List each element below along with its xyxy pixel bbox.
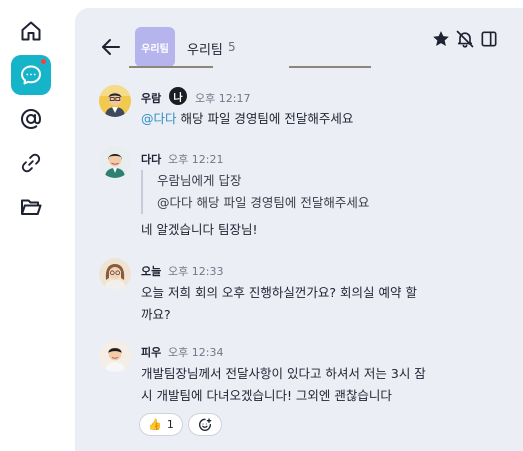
room-name: 우리팀 xyxy=(187,43,223,58)
star-icon[interactable] xyxy=(431,29,451,49)
quote-text: @다다 해당 파일 경영팀에 전달해주세요 xyxy=(157,195,370,210)
me-badge: 나 xyxy=(169,87,187,105)
add-reaction-button[interactable] xyxy=(188,413,222,436)
member-count[interactable]: 5 xyxy=(228,40,236,54)
bell-off-icon[interactable] xyxy=(455,29,475,49)
message-author: 다다 xyxy=(141,153,162,166)
reaction-thumbs-up[interactable]: 👍 1 xyxy=(139,413,183,436)
home-button[interactable] xyxy=(11,11,51,51)
back-arrow-icon[interactable] xyxy=(101,38,121,56)
avatar-uram[interactable] xyxy=(99,85,131,117)
message-time: 오후 12:34 xyxy=(168,346,224,359)
message-time: 오후 12:17 xyxy=(195,92,251,105)
chat-icon xyxy=(21,65,41,85)
avatar-oneul[interactable] xyxy=(99,258,131,290)
avatar-piu[interactable] xyxy=(99,340,131,372)
sidebar-toggle-icon[interactable] xyxy=(479,29,499,49)
mention-icon xyxy=(20,108,42,130)
link-icon xyxy=(21,153,41,173)
home-icon xyxy=(21,21,41,41)
messenger-app: 우리팀 우리팀 5 우람 나 오후 12:17 @다다 해당 파일 경영팀에 전… xyxy=(0,0,523,451)
unread-badge xyxy=(40,58,47,65)
media-preview-edge xyxy=(289,66,371,68)
message-text-line: 까요? xyxy=(141,307,171,322)
links-button[interactable] xyxy=(11,143,51,183)
left-rail xyxy=(0,0,62,451)
message-text: @다다 해당 파일 경영팀에 전달해주세요 xyxy=(141,108,353,130)
message-time: 오후 12:33 xyxy=(168,265,224,278)
message-text-line: 개발팀장님께서 전달사항이 있다고 하셔서 저는 3시 잠 xyxy=(141,366,426,381)
message-text-line: 오늘 저희 회의 오후 진행하실껀가요? 회의실 예약 할 xyxy=(141,285,417,300)
mentions-button[interactable] xyxy=(11,99,51,139)
message-author: 우람 xyxy=(141,92,162,105)
reaction-count: 1 xyxy=(166,418,174,431)
quote-title: 우람님에게 답장 xyxy=(157,173,242,188)
chat-button[interactable] xyxy=(11,55,51,95)
message-text-line: 시 개발팀에 다녀오겠습니다! 그외엔 괜찮습니다 xyxy=(141,388,392,403)
folder-icon xyxy=(21,199,42,215)
reply-quote[interactable]: 우람님에게 답장 @다다 해당 파일 경영팀에 전달해주세요 xyxy=(141,170,431,214)
mention-link[interactable]: @다다 xyxy=(141,111,177,126)
avatar-dada[interactable] xyxy=(99,146,131,178)
media-preview-edge xyxy=(129,66,213,68)
message-author: 오늘 xyxy=(141,265,162,278)
files-button[interactable] xyxy=(11,187,51,227)
room-logo: 우리팀 xyxy=(135,27,175,67)
message-text: 네 알겠습니다 팀장님! xyxy=(141,222,258,237)
chat-panel: 우리팀 우리팀 5 우람 나 오후 12:17 @다다 해당 파일 경영팀에 전… xyxy=(75,8,523,451)
message-body: 해당 파일 경영팀에 전달해주세요 xyxy=(176,111,354,126)
add-emoji-icon xyxy=(198,417,212,431)
chat-header: 우리팀 우리팀 5 xyxy=(75,8,523,70)
message-time: 오후 12:21 xyxy=(168,153,224,166)
message-author: 피우 xyxy=(141,346,162,359)
thumbs-up-icon: 👍 xyxy=(148,418,162,431)
